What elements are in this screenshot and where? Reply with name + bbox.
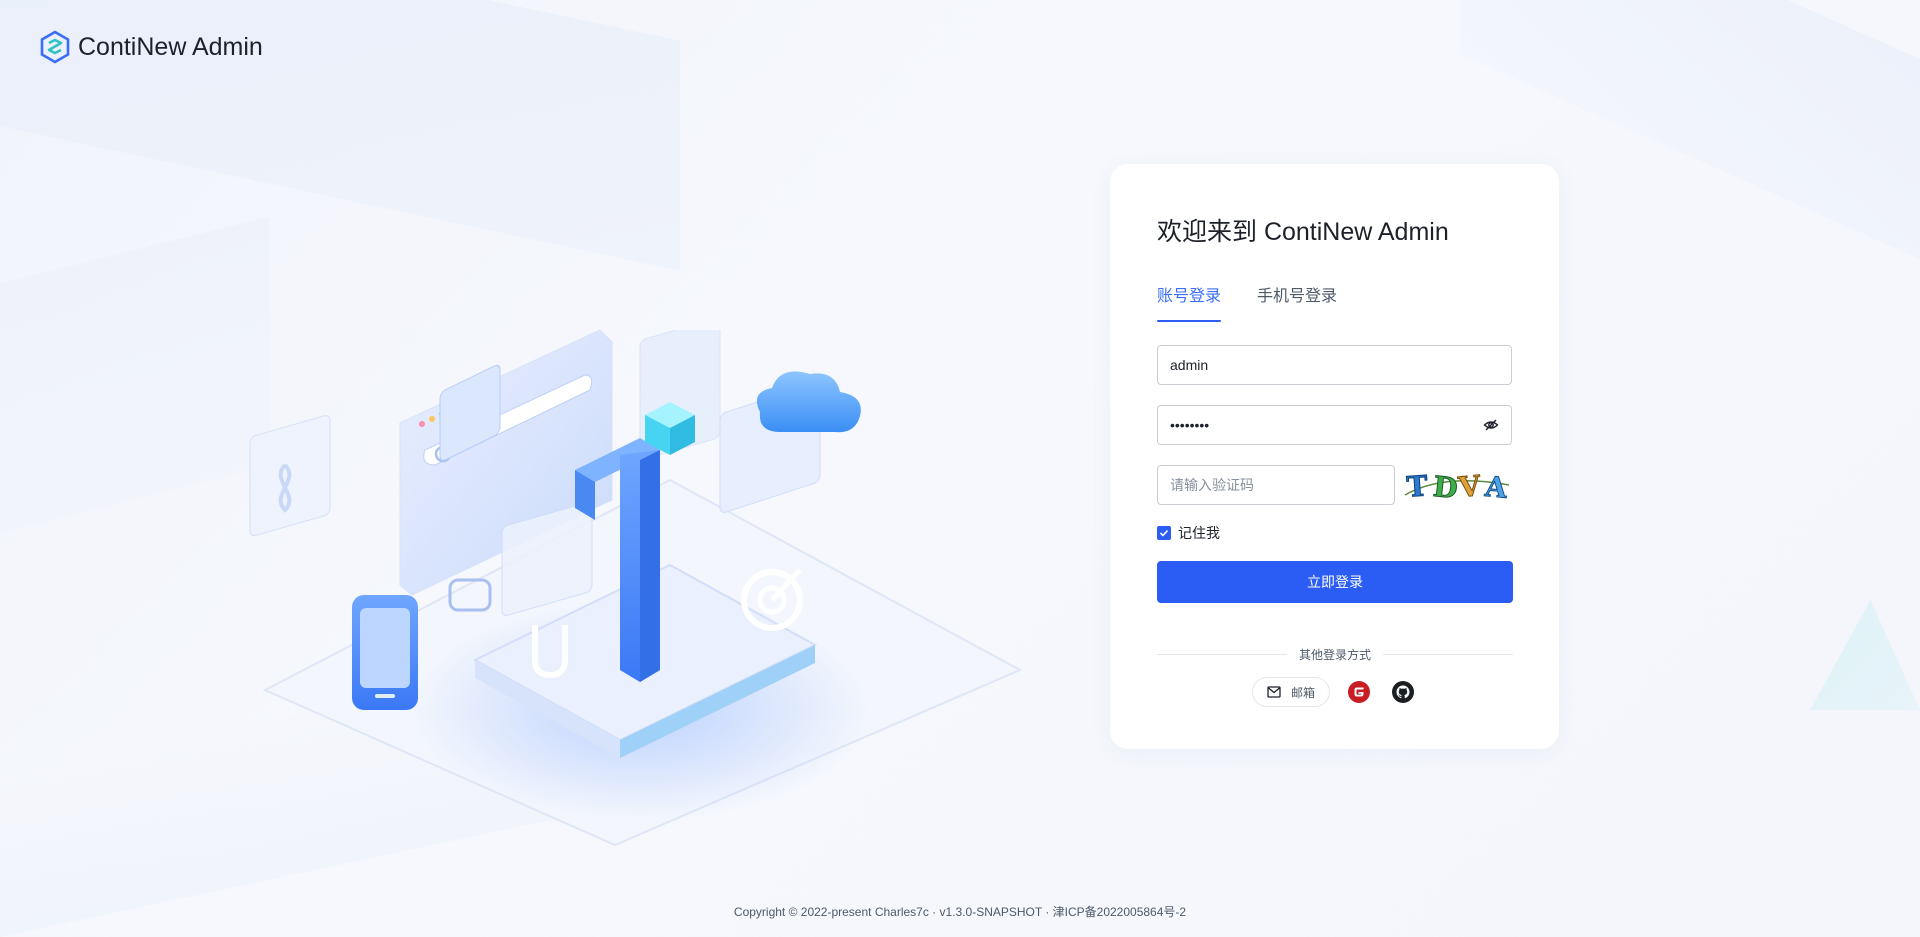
github-icon	[1392, 681, 1414, 703]
background-shape	[1810, 600, 1920, 710]
svg-text:A: A	[1483, 470, 1510, 505]
gitee-login-button[interactable]	[1344, 677, 1374, 707]
eye-off-icon[interactable]	[1483, 417, 1499, 433]
tab-phone-login[interactable]: 手机号登录	[1257, 282, 1337, 322]
email-login-button[interactable]: 邮箱	[1251, 677, 1330, 707]
password-input[interactable]	[1170, 417, 1483, 433]
other-login-divider: 其他登录方式	[1157, 646, 1514, 663]
mail-icon	[1267, 686, 1281, 698]
login-tabs: 账号登录 手机号登录	[1157, 282, 1512, 322]
tab-account-login[interactable]: 账号登录	[1157, 282, 1222, 322]
captcha-image[interactable]: T D V A	[1403, 465, 1511, 505]
github-login-button[interactable]	[1388, 677, 1418, 707]
username-field	[1157, 345, 1512, 385]
svg-text:T: T	[1406, 469, 1429, 503]
captcha-graphic: T D V A	[1404, 468, 1510, 505]
captcha-field	[1157, 465, 1395, 505]
password-field	[1157, 405, 1512, 445]
background-shape	[0, 216, 270, 534]
hero-illustration	[240, 318, 1040, 850]
page-title: 欢迎来到 ContiNew Admin	[1157, 218, 1449, 246]
svg-text:D: D	[1432, 470, 1460, 505]
other-login-label: 其他登录方式	[1299, 648, 1372, 662]
remember-me: 记住我	[1157, 523, 1512, 543]
captcha-row: T D V A	[1157, 465, 1512, 505]
app-name: ContiNew Admin	[78, 32, 263, 61]
remember-checkbox[interactable]	[1157, 526, 1171, 540]
divider-line	[1157, 654, 1287, 655]
header: ContiNew Admin	[40, 30, 263, 64]
check-icon	[1159, 529, 1169, 537]
logo-icon	[40, 30, 70, 64]
login-form: T D V A	[1157, 345, 1512, 505]
gitee-icon	[1348, 681, 1370, 703]
remember-label: 记住我	[1178, 525, 1220, 541]
svg-text:V: V	[1456, 469, 1483, 504]
login-button[interactable]: 立即登录	[1157, 561, 1513, 603]
login-card: 欢迎来到 ContiNew Admin 账号登录 手机号登录 admin 请输入…	[1110, 164, 1559, 749]
footer-copyright: Copyright © 2022-present Charles7c · v1.…	[733, 905, 1187, 919]
username-input[interactable]	[1170, 357, 1499, 373]
social-login: 邮箱	[1157, 677, 1513, 707]
email-login-label: 邮箱	[1290, 685, 1315, 700]
captcha-input[interactable]	[1170, 477, 1382, 493]
divider-line	[1383, 654, 1514, 655]
